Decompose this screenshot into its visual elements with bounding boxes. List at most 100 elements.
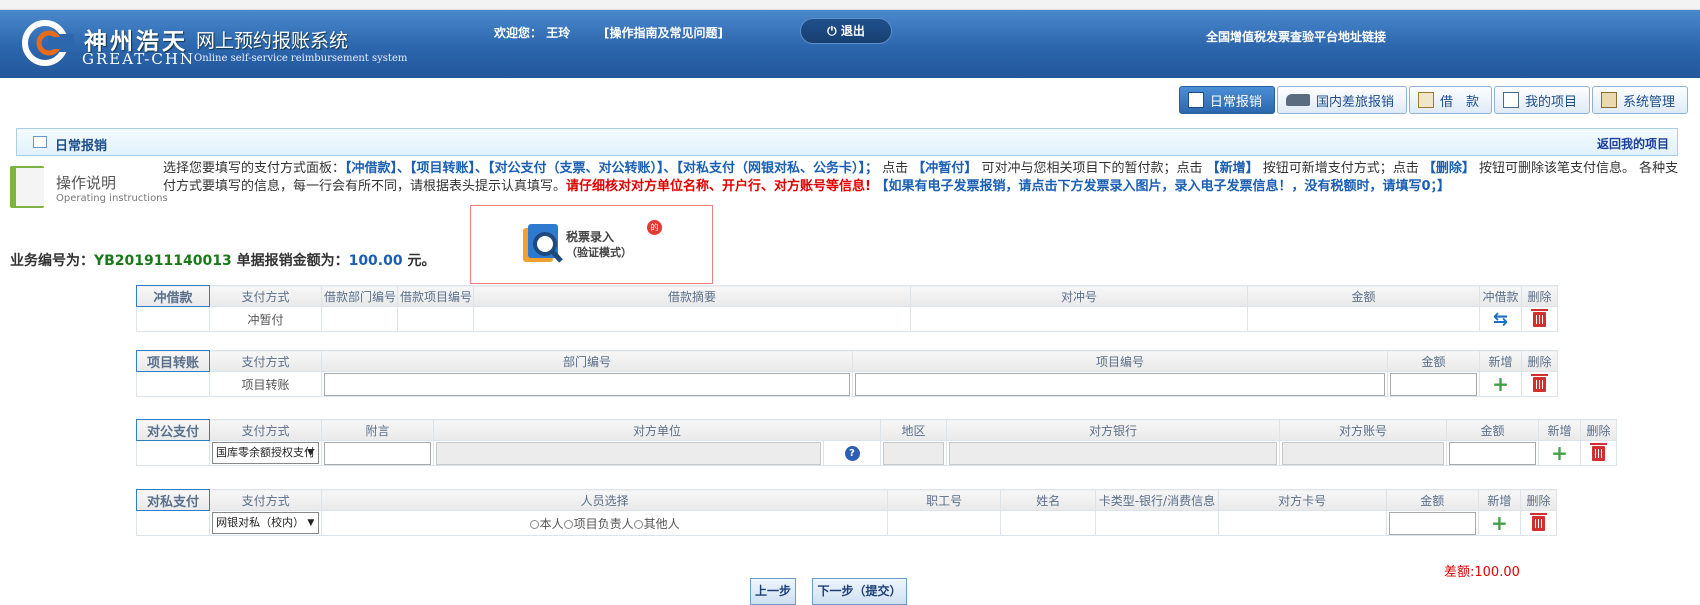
nav-my-projects[interactable]: 我的项目 xyxy=(1493,86,1590,114)
project-code-input[interactable] xyxy=(855,372,1385,396)
logout-label: 退出 xyxy=(840,24,865,38)
payment-method-cell: 网银对私（校内） xyxy=(209,510,323,536)
amount-input[interactable] xyxy=(1449,441,1537,465)
cell xyxy=(887,510,1002,536)
tax-badge: 的 xyxy=(647,220,662,235)
business-number-label: 业务编号为： xyxy=(10,253,94,269)
remark-input[interactable] xyxy=(324,441,431,465)
dept-code-input[interactable] xyxy=(324,372,850,396)
user-name: 王玲 xyxy=(546,26,571,40)
col-header: 对冲号 xyxy=(910,285,1248,307)
col-header: 部门编号 xyxy=(321,350,853,372)
amount-unit: 元。 xyxy=(402,253,436,269)
nav-loan[interactable]: 借 款 xyxy=(1408,86,1492,114)
next-step-button[interactable]: 下一步（提交） xyxy=(812,578,907,605)
instr-part: 按钮可新增支付方式；点击 xyxy=(1258,161,1423,176)
row-spacer xyxy=(136,306,210,332)
payment-method-select[interactable]: 网银对私（校内） xyxy=(212,512,320,534)
col-header: 支付方式 xyxy=(209,350,322,372)
list-icon xyxy=(33,136,47,148)
col-header: 地区 xyxy=(880,419,948,441)
tax-entry-button[interactable]: 税票录入 （验证模式） 的 xyxy=(470,205,713,284)
offset-cell: ⇆ xyxy=(1479,306,1522,332)
nav-label: 国内差旅报销 xyxy=(1315,94,1394,110)
plus-icon[interactable]: + xyxy=(1491,512,1508,535)
instr-warning: 请仔细核对对方单位名称、开户行、对方账号等信息! xyxy=(566,179,871,194)
radio-other[interactable]: 其他人 xyxy=(633,517,680,531)
section-header: 日常报销 返回我的项目 xyxy=(16,128,1678,156)
cell xyxy=(1095,510,1219,536)
settings-icon xyxy=(1600,92,1617,108)
nav-label: 系统管理 xyxy=(1622,94,1675,110)
instr-part: 点击 xyxy=(878,161,913,176)
top-nav: 日常报销 国内差旅报销 借 款 我的项目 系统管理 xyxy=(1178,86,1688,114)
nav-travel-reimbursement[interactable]: 国内差旅报销 xyxy=(1276,86,1407,114)
prev-step-button[interactable]: 上一步 xyxy=(750,578,796,605)
col-header: 金额 xyxy=(1247,285,1480,307)
trash-icon[interactable] xyxy=(1590,442,1608,461)
nav-label: 借 款 xyxy=(1439,94,1479,110)
row-spacer xyxy=(136,371,210,397)
radio-self[interactable]: 本人 xyxy=(529,516,564,531)
magnifier-icon xyxy=(523,224,563,263)
col-header: 姓名 xyxy=(1000,489,1097,511)
instructions-icon xyxy=(10,166,44,208)
payment-method-select[interactable]: 国库零余额授权支付 xyxy=(212,442,319,464)
welcome-label: 欢迎您： xyxy=(494,26,543,40)
remark-cell xyxy=(321,440,434,466)
trash-icon[interactable] xyxy=(1531,308,1548,327)
back-to-projects-link[interactable]: 返回我的项目 xyxy=(1597,135,1669,152)
guide-link[interactable]: [操作指南及常见问题] xyxy=(604,24,723,41)
payee-bank-input[interactable] xyxy=(949,441,1278,465)
nav-daily-reimbursement[interactable]: 日常报销 xyxy=(1178,86,1275,114)
region-input[interactable] xyxy=(883,441,945,465)
payee-account-input[interactable] xyxy=(1282,441,1445,465)
col-header: 对方银行 xyxy=(946,419,1281,441)
trash-icon[interactable] xyxy=(1531,373,1548,392)
plus-icon[interactable]: + xyxy=(1492,373,1509,396)
trash-icon[interactable] xyxy=(1529,512,1547,531)
logout-button[interactable]: ⏻ 退出 xyxy=(800,18,892,44)
cell xyxy=(1247,306,1480,332)
col-header: 删除 xyxy=(1580,419,1618,441)
cell xyxy=(1000,510,1097,536)
col-header: 卡类型-银行/消费信息 xyxy=(1095,489,1219,511)
instr-part: 【冲暂付】 xyxy=(912,161,978,176)
amount-cell xyxy=(1387,371,1480,397)
col-header: 借款项目编号 xyxy=(397,285,474,307)
amount-input[interactable] xyxy=(1390,372,1477,396)
col-header: 删除 xyxy=(1521,285,1558,307)
instructions-text: 选择您要填写的支付方式面板：【冲借款】、【项目转账】、【对公支付（支票、对公转账… xyxy=(163,160,1683,196)
instructions-subtitle: Operating instructions xyxy=(56,193,168,204)
section-title: 日常报销 xyxy=(55,139,108,154)
radio-label: 本人 xyxy=(539,516,564,531)
swap-icon[interactable]: ⇆ xyxy=(1493,309,1508,330)
plus-icon[interactable]: + xyxy=(1551,442,1568,465)
col-header: 支付方式 xyxy=(209,285,322,307)
vat-check-link[interactable]: 全国增值税发票查验平台地址链接 xyxy=(1206,28,1386,45)
amount-value: 100.00 xyxy=(348,253,403,269)
person-select-cell: 本人 项目负责人 其他人 xyxy=(321,510,889,536)
region-cell xyxy=(880,440,948,466)
radio-project-leader[interactable]: 项目负责人 xyxy=(563,517,634,531)
amount-input[interactable] xyxy=(1388,511,1476,535)
train-icon xyxy=(1285,94,1310,106)
project-icon xyxy=(1502,92,1519,108)
power-icon: ⏻ xyxy=(827,24,837,38)
bookmarks-bar xyxy=(0,0,1700,10)
payment-method-cell: 国库零余额授权支付 xyxy=(209,440,322,466)
section-tag-private-payment: 对私支付 xyxy=(135,489,211,511)
system-subtitle: Online self-service reimbursement system xyxy=(194,53,408,64)
payee-bank-cell xyxy=(946,440,1281,466)
delete-cell xyxy=(1521,371,1558,397)
nav-system-management[interactable]: 系统管理 xyxy=(1591,86,1688,114)
system-title: 网上预约报账系统 xyxy=(196,30,349,52)
amount-cell xyxy=(1446,440,1540,466)
col-header: 附言 xyxy=(321,419,434,441)
payee-unit-input[interactable] xyxy=(436,441,821,465)
header-banner: 神州浩天 GREAT-CHN 网上预约报账系统 Online self-serv… xyxy=(0,10,1700,78)
help-icon[interactable]: ? xyxy=(844,446,860,461)
tax-entry-mode: （验证模式） xyxy=(566,246,632,259)
col-header: 支付方式 xyxy=(209,419,322,441)
section-tag-public-payment: 对公支付 xyxy=(136,419,210,441)
